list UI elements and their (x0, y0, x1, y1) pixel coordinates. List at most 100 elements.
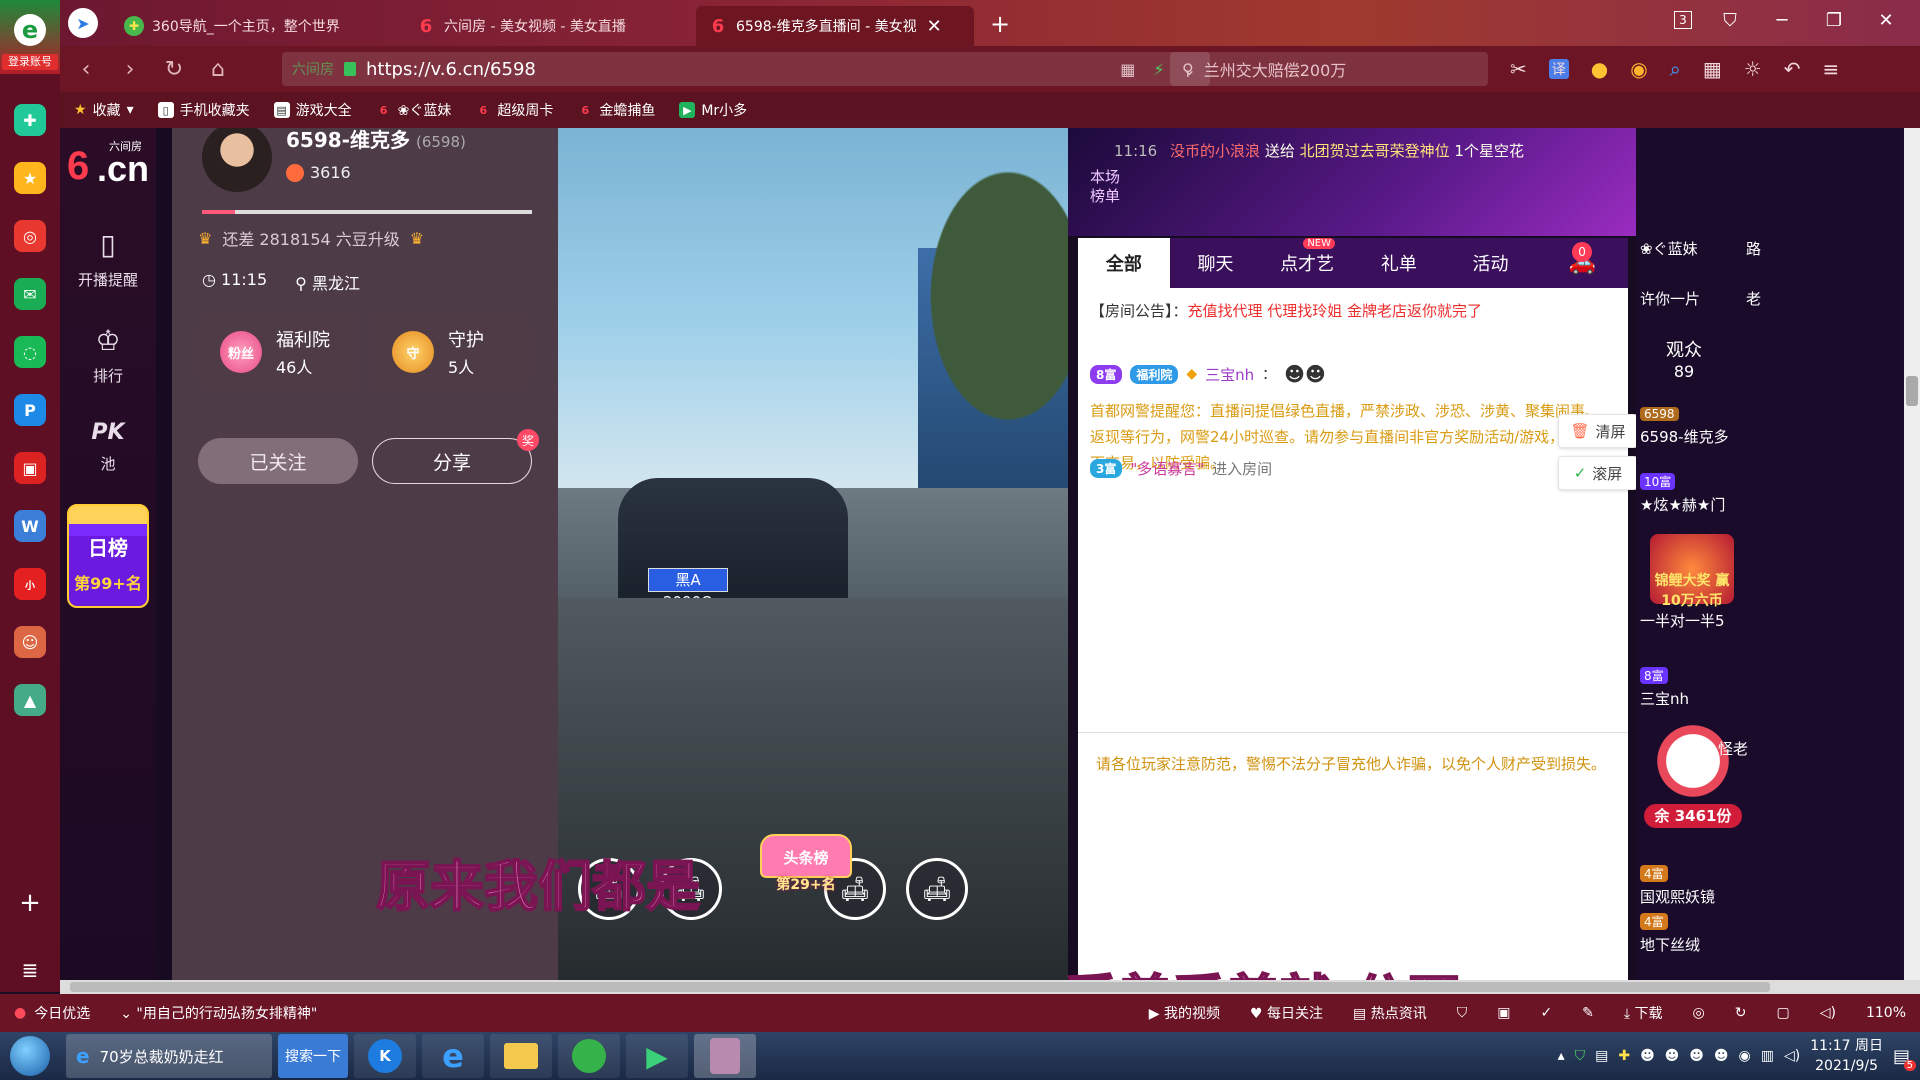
list-item[interactable]: 地下丝绒 (1640, 934, 1750, 955)
search-box[interactable]: ⚲ 兰州交大赔偿200万 (1170, 52, 1488, 86)
volume-icon[interactable]: ◁) (1820, 1005, 1836, 1021)
today-picks[interactable]: ● 今日优选 (0, 1003, 90, 1023)
shirt-skin-icon[interactable]: ⛉ (1716, 6, 1744, 34)
scrollbar-thumb[interactable] (1906, 376, 1918, 406)
news-icon[interactable]: ▣ (14, 452, 46, 484)
tab-count-badge[interactable]: 3 (1674, 11, 1692, 29)
undo-icon[interactable]: ↶ (1784, 57, 1801, 81)
brightness-icon[interactable]: ☼ (1744, 57, 1762, 81)
marquee-sender[interactable]: 没币的小浪浪 (1170, 142, 1260, 160)
speed-icon[interactable]: ◎ (1693, 1005, 1705, 1021)
anchor-avatar[interactable] (202, 128, 272, 192)
window-icon[interactable]: ▢ (1777, 1005, 1790, 1021)
game-icon[interactable]: ☺ (14, 626, 46, 658)
video-player-icon[interactable]: ▶ (626, 1034, 688, 1078)
taskbar-clock[interactable]: 11:17 周日 2021/9/5 (1810, 1036, 1883, 1076)
session-rank-toggle[interactable]: 本场榜单 (1090, 168, 1130, 206)
clear-screen-button[interactable]: 🗑 清屏 (1558, 414, 1638, 448)
brush-icon[interactable]: ✎ (1582, 1005, 1594, 1021)
kugou-icon[interactable]: K (354, 1034, 416, 1078)
bookmark-mrxiaoduo[interactable]: ▶ Mr小多 (679, 100, 747, 120)
file-icon[interactable]: ▤ (1595, 1048, 1608, 1064)
list-item[interactable]: 老 (1746, 288, 1786, 309)
pdf-icon[interactable]: P (14, 394, 46, 426)
translate-icon[interactable]: 译 (1548, 59, 1569, 79)
gamepad-icon[interactable]: ◉ (1630, 57, 1647, 81)
list-item[interactable]: 许你一片 (1640, 288, 1750, 309)
zoom-level[interactable]: 110% (1866, 1005, 1906, 1021)
navigator-icon[interactable]: ➤ (68, 8, 98, 38)
list-icon[interactable]: ≣ (22, 958, 39, 982)
tray-arrow-icon[interactable]: ▴ (1558, 1048, 1565, 1064)
app-icon[interactable]: ▲ (14, 684, 46, 716)
qq-icon[interactable]: ☻ (1640, 1048, 1655, 1064)
hot-news[interactable]: ▤ 热点资讯 (1353, 1003, 1427, 1023)
chrome-icon[interactable]: ◉ (1739, 1048, 1751, 1064)
reload-icon[interactable]: ↻ (152, 51, 196, 87)
plugin-icon[interactable]: ✚ (14, 104, 46, 136)
volume-icon[interactable]: ◁) (1784, 1048, 1800, 1064)
xiaohongshu-icon[interactable]: 小 (14, 568, 46, 600)
vertical-scrollbar[interactable] (1904, 128, 1920, 980)
tab-6cn[interactable]: 6 六间房 - 美女视频 - 美女直播 (404, 6, 694, 46)
chat-username[interactable]: "多语寡言" (1130, 458, 1204, 479)
live-app-icon[interactable] (694, 1034, 756, 1078)
folder-icon[interactable] (490, 1034, 552, 1078)
magnifier-icon[interactable]: ⌕ (1670, 57, 1681, 81)
qq-icon[interactable]: ☻ (1689, 1048, 1704, 1064)
guard-card[interactable]: 守 守护 5人 (370, 312, 530, 392)
mail-icon[interactable]: ✉ (14, 278, 46, 310)
qq-icon[interactable]: ☻ (1665, 1048, 1680, 1064)
address-bar[interactable]: 六间房 https://v.6.cn/6598 ▦ ⚡ ⌄ (282, 52, 1210, 86)
lucky-cat-image[interactable] (1644, 716, 1742, 816)
scissors-icon[interactable]: ✂ (1510, 57, 1527, 81)
list-item[interactable]: 6598-维克多 (1640, 426, 1750, 447)
lightning-icon[interactable]: ⚡ (1153, 60, 1164, 79)
site-logo[interactable]: 6 .cn 六间房 (63, 138, 153, 194)
tab-chat[interactable]: 聊天 (1170, 238, 1262, 288)
list-item[interactable]: 10富 (1640, 472, 1750, 490)
marquee-receiver[interactable]: 北团贺过去哥荣登神位 (1300, 142, 1450, 160)
taskbar-ie-search[interactable]: e 70岁总裁奶奶走红 (66, 1034, 272, 1078)
tab-talent[interactable]: 点才艺 NEW (1261, 238, 1353, 288)
share-button[interactable]: 分享 奖 (372, 429, 539, 484)
tab-6598-room[interactable]: 6 6598-维克多直播间 - 美女视 ✕ (696, 6, 974, 46)
tab-all[interactable]: 全部 (1078, 238, 1170, 288)
apps-grid-icon[interactable]: ▦ (1703, 57, 1722, 81)
weibo-icon[interactable]: ◎ (14, 220, 46, 252)
taskbar-search-button[interactable]: 搜索一下 (278, 1034, 348, 1078)
360-browser-icon[interactable] (558, 1034, 620, 1078)
bookmark-favorites[interactable]: ★ 收藏 ▾ (74, 100, 134, 120)
back-icon[interactable]: ‹ (64, 51, 108, 87)
refresh-icon[interactable]: ↻ (1735, 1005, 1747, 1021)
new-tab-icon[interactable]: + (990, 10, 1010, 38)
tab-360-nav[interactable]: ✚ 360导航_一个主页，整个世界 (112, 6, 402, 46)
welfare-club-card[interactable]: 粉丝 福利院 46人 (198, 312, 358, 392)
scroll-screen-button[interactable]: ✓ 滚屏 (1558, 456, 1638, 490)
download[interactable]: ⤓ 下载 (1624, 1003, 1663, 1023)
start-button[interactable] (0, 1032, 60, 1080)
network-icon[interactable]: ▥ (1761, 1048, 1774, 1064)
check-icon[interactable]: ✓ (1540, 1005, 1552, 1021)
menu-icon[interactable]: ≡ (1822, 57, 1839, 81)
list-item[interactable]: 三宝nh (1640, 688, 1750, 709)
shield-icon[interactable]: ⛉ (1457, 1005, 1468, 1021)
list-item[interactable]: 路 (1746, 238, 1786, 259)
bookmark-lanmei[interactable]: 6 ❀ぐ蓝妹 (376, 100, 452, 120)
minimize-icon[interactable]: ─ (1768, 6, 1796, 34)
daily-rank-badge[interactable]: 日榜 第99+名 (67, 504, 149, 608)
image-icon[interactable]: ▣ (1497, 1005, 1510, 1021)
restore-icon[interactable]: ❐ (1820, 6, 1848, 34)
login-account-button[interactable]: 登录账号 (2, 54, 58, 70)
list-item[interactable]: 一半对一半5 (1640, 610, 1750, 631)
list-item[interactable]: 4富 (1640, 864, 1750, 882)
my-videos[interactable]: ▶ 我的视频 (1149, 1003, 1220, 1023)
notification-icon[interactable]: ▤ 5 (1893, 1046, 1916, 1071)
nav-live-reminder[interactable]: ▯ 开播提醒 (78, 228, 138, 290)
scrollbar-thumb[interactable] (70, 982, 1770, 992)
coin-icon[interactable]: ● (1591, 57, 1608, 81)
headline-rank-badge[interactable]: 头条榜 第29+名 (760, 834, 852, 904)
tab-car[interactable]: 🚗 0 (1536, 238, 1628, 288)
security-icon[interactable]: ⛉ (1575, 1048, 1586, 1064)
browser-logo[interactable]: e 登录账号 (0, 0, 60, 74)
